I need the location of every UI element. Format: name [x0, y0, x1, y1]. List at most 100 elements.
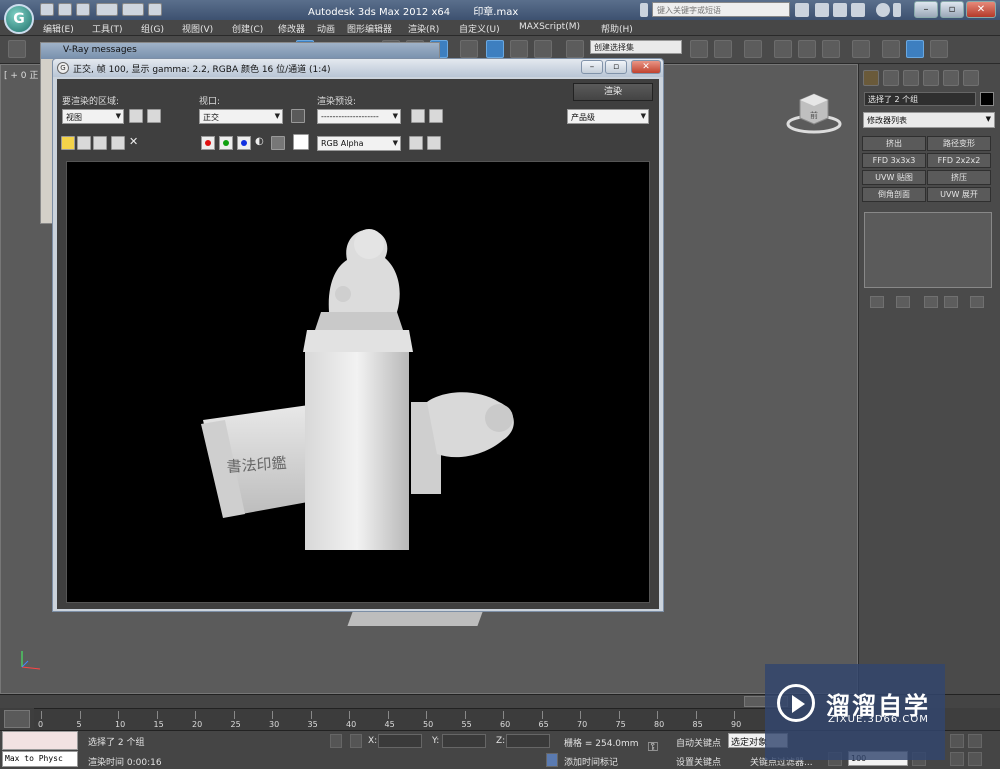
maxscript-listener-mini[interactable] [2, 731, 78, 750]
application-menu-button[interactable]: G [4, 4, 34, 34]
monochrome-icon[interactable] [271, 136, 285, 150]
object-color-swatch[interactable] [980, 92, 994, 106]
render-production-icon[interactable] [930, 40, 948, 58]
snap-3d-icon[interactable] [460, 40, 478, 58]
vray-messages-title[interactable]: V-Ray messages [41, 43, 439, 59]
motion-tab-icon[interactable] [923, 70, 939, 86]
menu-edit[interactable]: 编辑(E) [43, 22, 74, 35]
link-icon[interactable] [8, 40, 26, 58]
menu-tools[interactable]: 工具(T) [92, 22, 123, 35]
graphite-tools-icon[interactable] [774, 40, 792, 58]
schematic-view-icon[interactable] [822, 40, 840, 58]
render-preset-select[interactable]: -------------------- [317, 109, 401, 124]
toggle-ui-overlay-icon[interactable] [427, 136, 441, 150]
maximize-button[interactable]: ▫ [940, 1, 964, 18]
named-selection-set-dropdown[interactable]: 创建选择集 [590, 40, 682, 54]
modifier-unwrap-uvw-button[interactable]: UVW 展开 [927, 187, 991, 202]
selection-lock-icon[interactable] [330, 734, 342, 748]
modifier-squeeze-button[interactable]: 挤压 [927, 170, 991, 185]
green-channel-toggle[interactable] [219, 136, 233, 150]
frame-window-close-button[interactable]: ✕ [631, 60, 661, 74]
frame-window-maximize-button[interactable]: ▫ [605, 60, 627, 74]
modifier-ffd333-button[interactable]: FFD 3x3x3 [862, 153, 926, 168]
search-arrow-icon[interactable] [640, 3, 648, 17]
menu-modifiers[interactable]: 修改器 [278, 22, 305, 35]
area-to-render-select[interactable]: 视图 [62, 109, 124, 124]
add-time-tag-button[interactable]: 添加时间标记 [564, 755, 618, 768]
x-coordinate-field[interactable] [378, 734, 422, 748]
modifier-stack[interactable] [864, 212, 992, 288]
curve-editor-icon[interactable] [798, 40, 816, 58]
frame-window-titlebar[interactable]: G 正交, 帧 100, 显示 gamma: 2.2, RGBA 颜色 16 位… [53, 59, 663, 77]
z-coordinate-field[interactable] [506, 734, 550, 748]
key-icon[interactable]: ⚿ [648, 740, 670, 755]
modify-tab-icon[interactable] [883, 70, 899, 86]
pan-view-icon[interactable] [950, 752, 964, 766]
save-image-icon[interactable] [61, 136, 75, 150]
display-tab-icon[interactable] [943, 70, 959, 86]
menu-rendering[interactable]: 渲染(R) [408, 22, 439, 35]
menu-views[interactable]: 视图(V) [182, 22, 213, 35]
menu-animation[interactable]: 动画 [317, 22, 335, 35]
favorites-star-icon[interactable] [851, 3, 865, 17]
make-unique-icon[interactable] [924, 296, 938, 308]
track-bar[interactable] [34, 708, 794, 730]
material-editor-icon[interactable] [852, 40, 870, 58]
redo-icon[interactable] [122, 3, 144, 16]
undo-icon[interactable] [96, 3, 118, 16]
alpha-display-icon[interactable]: ◐ [255, 136, 269, 150]
blue-channel-toggle[interactable] [237, 136, 251, 150]
create-tab-icon[interactable] [863, 70, 879, 86]
toggle-ui-icon[interactable] [409, 136, 423, 150]
align-icon[interactable] [714, 40, 732, 58]
print-image-icon[interactable] [111, 136, 125, 150]
rendered-image[interactable]: 書法印鑑 [66, 161, 650, 603]
display-channel-select[interactable]: RGB Alpha [317, 136, 401, 151]
help-dropdown-icon[interactable] [893, 3, 901, 17]
set-key-button[interactable]: 设置关键点 [676, 755, 721, 768]
save-file-icon[interactable] [76, 3, 90, 16]
edit-region-icon[interactable] [129, 109, 143, 123]
clear-image-icon[interactable]: ✕ [129, 136, 143, 150]
hierarchy-tab-icon[interactable] [903, 70, 919, 86]
red-channel-toggle[interactable] [201, 136, 215, 150]
modifier-path-deform-button[interactable]: 路径变形 [927, 136, 991, 151]
show-end-result-icon[interactable] [896, 296, 910, 308]
object-name-field[interactable]: 选择了 2 个组 [864, 92, 976, 106]
maxscript-input[interactable]: Max to Physc [2, 751, 78, 767]
auto-region-icon[interactable] [147, 109, 161, 123]
render-setup-small-icon[interactable] [411, 109, 425, 123]
open-file-icon[interactable] [58, 3, 72, 16]
layer-manager-icon[interactable] [744, 40, 762, 58]
communication-icon[interactable] [833, 3, 847, 17]
lock-viewport-icon[interactable] [291, 109, 305, 123]
qat-dropdown-icon[interactable] [148, 3, 162, 16]
time-tag-icon[interactable] [546, 753, 558, 767]
clone-frame-icon[interactable] [93, 136, 107, 150]
menu-create[interactable]: 创建(C) [232, 22, 263, 35]
mirror-icon[interactable] [690, 40, 708, 58]
render-setup-icon[interactable] [882, 40, 900, 58]
subscription-icon[interactable] [815, 3, 829, 17]
viewport-label[interactable]: [ + 0 正 [4, 68, 38, 81]
environment-effects-icon[interactable] [429, 109, 443, 123]
menu-maxscript[interactable]: MAXScript(M) [519, 22, 580, 32]
edit-named-selection-icon[interactable] [566, 40, 584, 58]
remove-modifier-icon[interactable] [944, 296, 958, 308]
menu-customize[interactable]: 自定义(U) [459, 22, 500, 35]
spinner-snap-icon[interactable] [534, 40, 552, 58]
zoom-extents-icon[interactable] [950, 734, 964, 748]
viewport-select[interactable]: 正交 [199, 109, 283, 124]
copy-image-icon[interactable] [77, 136, 91, 150]
menu-help[interactable]: 帮助(H) [601, 22, 633, 35]
angle-snap-icon[interactable] [486, 40, 504, 58]
binoculars-icon[interactable] [795, 3, 809, 17]
mini-curve-editor-icon[interactable] [4, 710, 30, 728]
y-coordinate-field[interactable] [442, 734, 486, 748]
swatch-color[interactable] [293, 134, 309, 150]
minimize-button[interactable]: – [914, 1, 938, 18]
help-search-input[interactable]: 键入关键字或短语 [652, 2, 790, 17]
menu-group[interactable]: 组(G) [141, 22, 164, 35]
zoom-all-icon[interactable] [968, 734, 982, 748]
new-file-icon[interactable] [40, 3, 54, 16]
